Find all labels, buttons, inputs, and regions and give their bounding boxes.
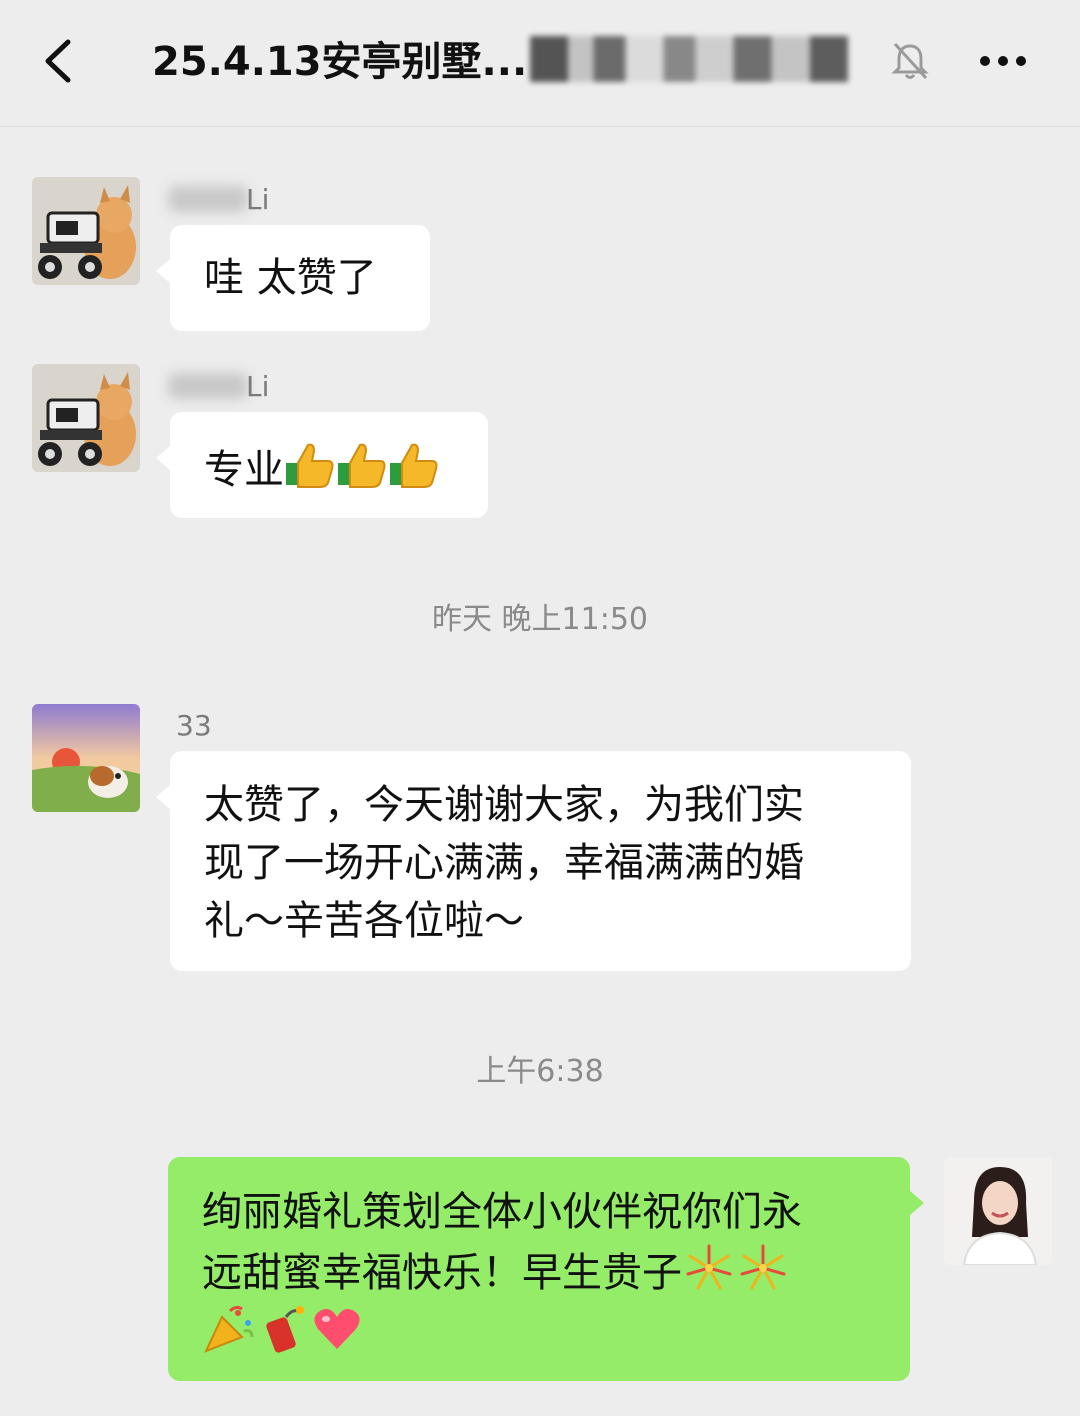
party-popper-icon	[204, 1305, 254, 1353]
emoji-line	[202, 1303, 802, 1364]
message-line: 礼～辛苦各位啦～	[204, 898, 524, 944]
message-bubble[interactable]: 哇 太赞了	[156, 225, 430, 331]
sender-name: Li	[246, 183, 270, 216]
thumbs-up-icon	[338, 443, 386, 488]
mute-bell-icon	[891, 42, 929, 80]
redacted-sender-name	[168, 373, 248, 399]
message-text: 哇 太赞了	[204, 255, 377, 301]
message-bubble[interactable]: 太赞了，今天谢谢大家，为我们实 现了一场开心满满，幸福满满的婚 礼～辛苦各位啦～	[156, 751, 911, 971]
message-line: 绚丽婚礼策划全体小伙伴祝你们永	[202, 1189, 802, 1235]
message-content: 专业	[204, 441, 440, 494]
message-line: 太赞了，今天谢谢大家，为我们实	[204, 782, 804, 828]
more-icon[interactable]	[978, 54, 1028, 68]
message-text: 太赞了，今天谢谢大家，为我们实 现了一场开心满满，幸福满满的婚 礼～辛苦各位啦～	[204, 776, 804, 950]
message-text: 绚丽婚礼策划全体小伙伴祝你们永 远甜蜜幸福快乐！早生贵子	[202, 1182, 802, 1364]
my-message-bubble[interactable]: 绚丽婚礼策划全体小伙伴祝你们永 远甜蜜幸福快乐！早生贵子	[168, 1157, 924, 1381]
thumbs-up-icon	[286, 443, 334, 488]
fireworks-icon	[686, 1244, 732, 1290]
avatar[interactable]	[32, 704, 140, 812]
message-text: 专业	[204, 447, 284, 493]
chat-header: 25.4.13安亭别墅...	[0, 0, 1080, 127]
thumbs-up-icon	[390, 443, 438, 488]
avatar[interactable]	[32, 177, 140, 285]
heart-icon	[314, 1309, 360, 1349]
redacted-title-part	[530, 36, 848, 82]
chat-title: 25.4.13安亭别墅...	[152, 39, 528, 85]
back-icon[interactable]	[38, 36, 82, 86]
avatar-sunset-hamster-image	[32, 704, 140, 812]
avatar-cat-robot-image	[32, 364, 140, 472]
avatar-woman-portrait-image	[944, 1157, 1052, 1265]
avatar-cat-robot-image	[32, 177, 140, 285]
sender-name: Li	[246, 370, 270, 403]
fireworks-icon	[740, 1244, 786, 1290]
message-bubble[interactable]: 专业	[156, 412, 488, 518]
timestamp: 上午6:38	[476, 1054, 604, 1089]
avatar[interactable]	[32, 364, 140, 472]
message-line: 现了一场开心满满，幸福满满的婚	[204, 840, 804, 886]
message-line-with-emoji: 远甜蜜幸福快乐！早生贵子	[202, 1242, 802, 1303]
message-line: 远甜蜜幸福快乐！早生贵子	[202, 1250, 682, 1296]
sender-name: 33	[176, 709, 212, 742]
redacted-sender-name	[168, 186, 248, 212]
firecracker-icon	[266, 1306, 304, 1353]
timestamp: 昨天 晚上11:50	[432, 602, 648, 637]
avatar[interactable]	[944, 1157, 1052, 1265]
